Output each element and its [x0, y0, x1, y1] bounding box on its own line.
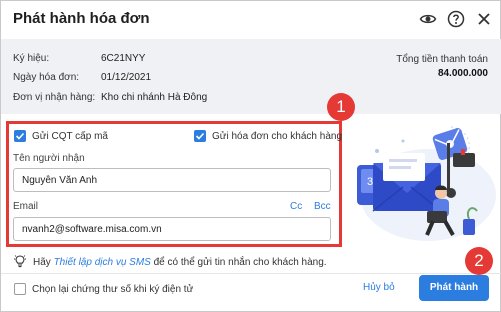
help-icon[interactable]: [447, 10, 465, 28]
email-input[interactable]: [13, 217, 331, 241]
recipient-name-input[interactable]: [13, 168, 331, 192]
sms-hint-prefix: Hãy: [33, 257, 51, 268]
cc-link[interactable]: Cc: [290, 201, 302, 212]
issue-button[interactable]: Phát hành: [419, 275, 489, 301]
send-cqt-label: Gửi CQT cấp mã: [32, 131, 108, 142]
cancel-button[interactable]: Hủy bỏ: [363, 282, 395, 293]
lightbulb-icon: [13, 254, 27, 268]
eye-icon[interactable]: [419, 10, 437, 28]
email-illustration: 3: [343, 113, 501, 248]
recipient-name-label: Tên người nhận: [13, 153, 85, 164]
symbol-label: Ký hiệu:: [13, 53, 50, 64]
sms-hint: Hãy Thiết lập dịch vụ SMS để có thể gửi …: [33, 257, 327, 268]
send-to-customer-checkbox[interactable]: [194, 130, 206, 142]
invoice-date-value: 01/12/2021: [101, 72, 152, 83]
send-cqt-checkbox[interactable]: [14, 130, 26, 142]
reselect-certificate-label: Chọn lại chứng thư số khi ký điện tử: [32, 284, 194, 295]
invoice-summary: Ký hiệu: 6C21NYY Ngày hóa đơn: 01/12/202…: [1, 39, 501, 114]
invoice-date-label: Ngày hóa đơn:: [13, 72, 80, 83]
footer-divider: [1, 273, 501, 274]
close-icon[interactable]: [475, 10, 493, 28]
sms-setup-link[interactable]: Thiết lập dịch vụ SMS: [54, 257, 151, 268]
svg-text:3: 3: [367, 176, 373, 188]
email-label: Email: [13, 201, 39, 212]
total-amount-value: 84.000.000: [437, 68, 488, 79]
send-to-customer-label: Gửi hóa đơn cho khách hàng: [212, 131, 343, 142]
reselect-certificate-checkbox[interactable]: [14, 283, 26, 295]
total-amount-label: Tổng tiền thanh toán: [396, 54, 488, 65]
callout-badge-2: 2: [465, 247, 493, 275]
symbol-value: 6C21NYY: [101, 53, 146, 64]
sms-hint-suffix: để có thể gửi tin nhắn cho khách hàng.: [153, 257, 327, 268]
receiving-unit-value: Kho chi nhánh Hà Đông: [101, 92, 208, 103]
issue-invoice-dialog: Phát hành hóa đơn Ký hiệu: 6C21NYY Ngày …: [0, 0, 501, 312]
dialog-header: Phát hành hóa đơn: [1, 1, 501, 39]
receiving-unit-label: Đơn vị nhận hàng:: [13, 92, 96, 103]
bcc-link[interactable]: Bcc: [314, 201, 331, 212]
callout-badge-1: 1: [327, 93, 355, 121]
dialog-title: Phát hành hóa đơn: [13, 10, 150, 27]
